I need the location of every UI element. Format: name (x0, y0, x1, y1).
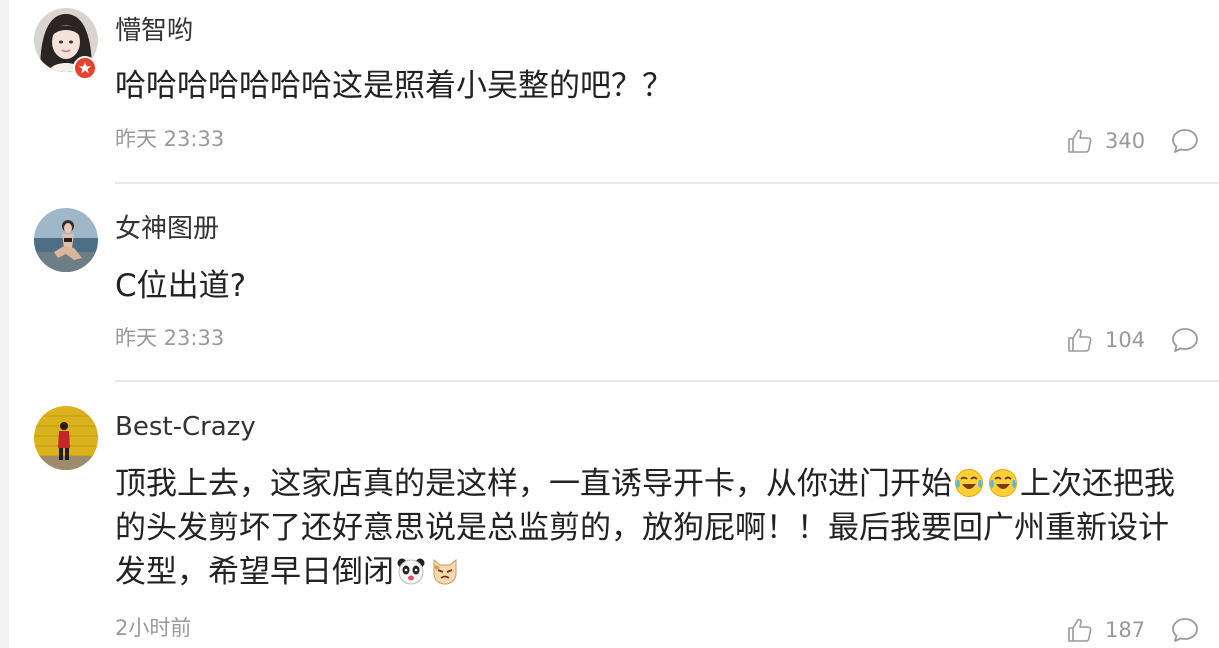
laugh-cry-emoji (989, 469, 1017, 497)
panda-emoji (397, 558, 425, 585)
like-button[interactable]: 187 (1067, 616, 1145, 644)
like-count: 187 (1105, 618, 1146, 642)
comment-text-part: 顶我上去，这家店真的是这样，一直诱导开卡，从你进门开始 (115, 466, 952, 502)
comment-text: 哈哈哈哈哈哈哈这是照着小吴整的吧？？ (115, 68, 673, 104)
verified-badge-icon (73, 56, 97, 80)
comment-item: Best-Crazy 顶我上去，这家店真的是这样，一直诱导开卡，从你进门开始 上… (0, 382, 1219, 648)
comment-bubble-icon[interactable] (1171, 326, 1199, 354)
comment-bubble-icon[interactable] (1171, 616, 1199, 644)
like-count: 104 (1105, 328, 1146, 352)
comment-text: C位出道? (115, 268, 247, 304)
comment-bubble-icon[interactable] (1171, 127, 1199, 155)
thumbs-up-icon (1068, 618, 1092, 642)
timestamp: 昨天 23:33 (115, 326, 225, 350)
thumbs-up-icon (1068, 129, 1092, 153)
like-button[interactable]: 340 (1067, 127, 1145, 155)
like-count: 340 (1105, 129, 1146, 153)
laugh-cry-emoji (955, 469, 983, 497)
username[interactable]: 懵智哟 (115, 14, 193, 48)
username[interactable]: 女神图册 (115, 212, 219, 246)
comment-item: 女神图册 C位出道? 昨天 23:33 104 (0, 184, 1219, 382)
timestamp: 昨天 23:33 (115, 127, 225, 151)
timestamp: 2小时前 (115, 616, 192, 640)
avatar[interactable] (34, 208, 98, 272)
thumbs-up-icon (1068, 328, 1092, 352)
comment-item: 懵智哟 哈哈哈哈哈哈哈这是照着小吴整的吧？？ 昨天 23:33 340 (0, 0, 1219, 184)
username[interactable]: Best-Crazy (115, 410, 256, 444)
cat-emoji (433, 558, 457, 585)
comment-text: 顶我上去，这家店真的是这样，一直诱导开卡，从你进门开始 上次还把我的头发剪坏了还… (115, 462, 1195, 594)
like-button[interactable]: 104 (1067, 326, 1145, 354)
avatar[interactable] (34, 406, 98, 470)
